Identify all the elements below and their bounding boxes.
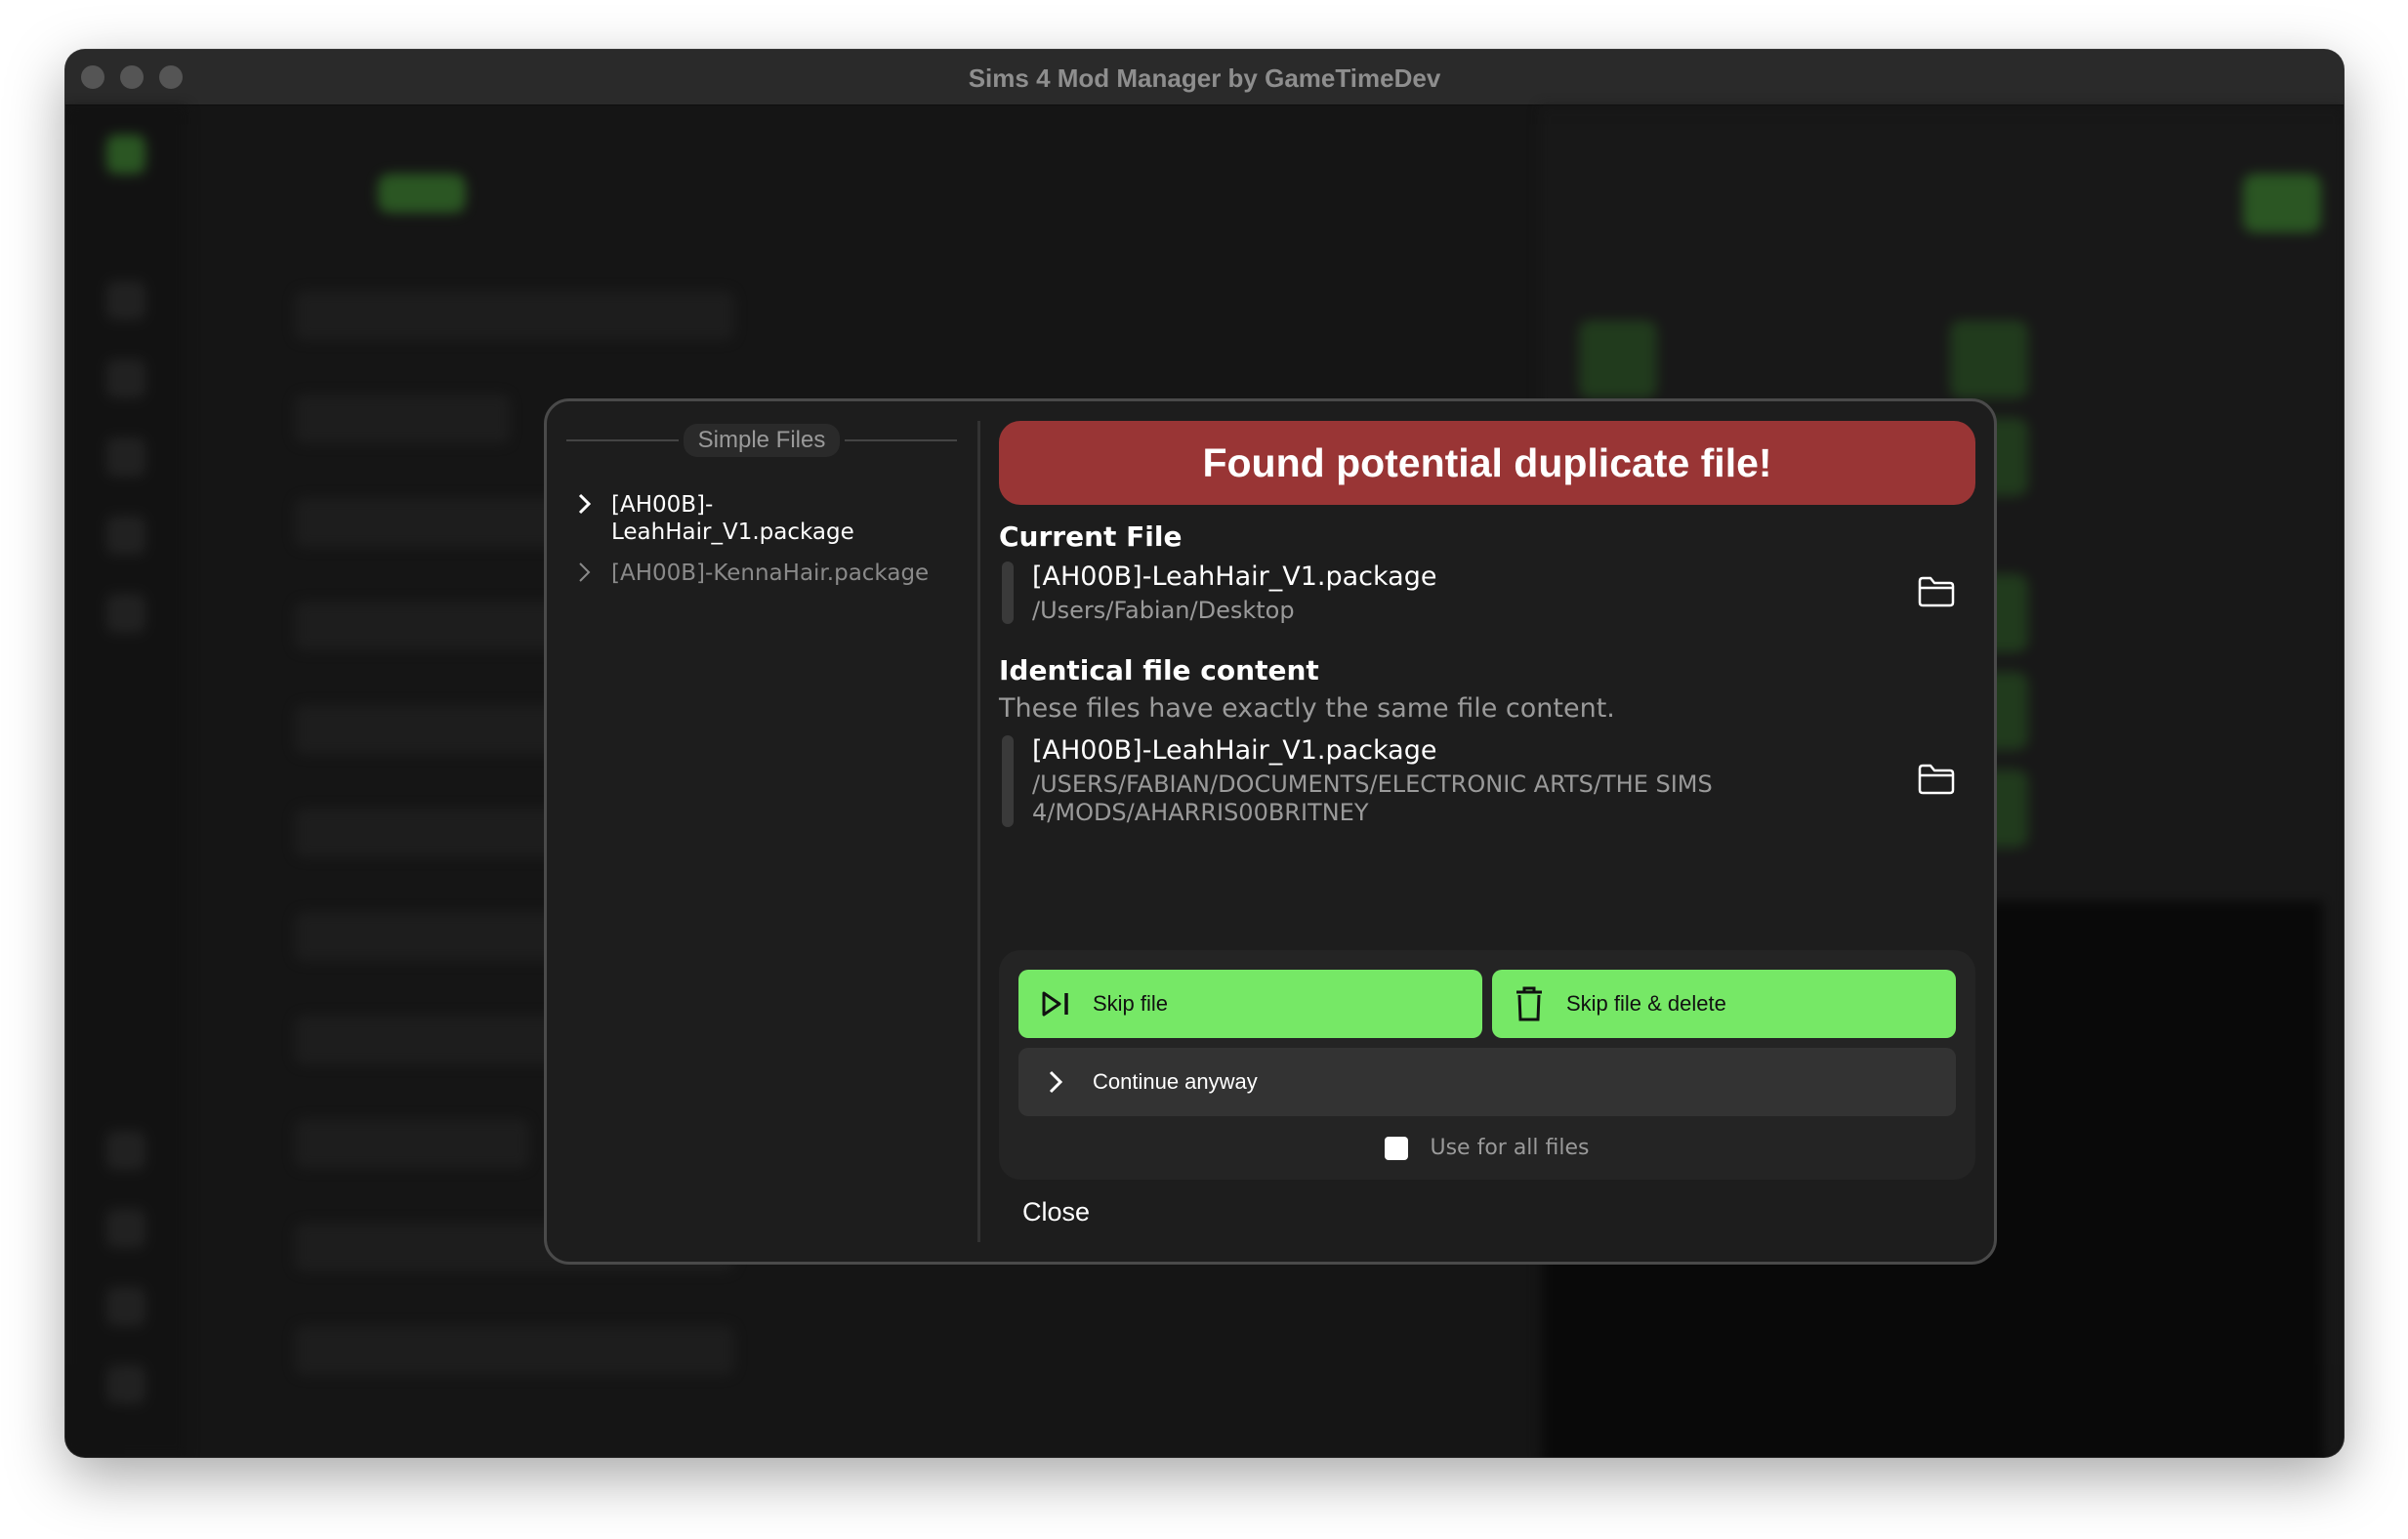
use-for-all-checkbox[interactable] [1385, 1136, 1409, 1160]
skip-file-label: Skip file [1093, 991, 1169, 1016]
files-header-label: Simple Files [684, 424, 840, 457]
file-row-accent [1002, 562, 1014, 624]
background-nav-icon [106, 1287, 145, 1326]
actions-panel: Skip file Skip file & delete Continue an… [999, 950, 1975, 1180]
background-tile [1950, 320, 2028, 398]
identical-content-subtitle: These files have exactly the same file c… [999, 693, 1615, 724]
background-nav-icon [106, 1131, 145, 1170]
file-row-accent [1002, 735, 1014, 827]
file-list-item-name: [AH00B]-KennaHair.package [611, 561, 930, 586]
identical-content-title: Identical file content [999, 654, 1319, 686]
close-button[interactable]: Close [1022, 1197, 1090, 1227]
background-nav-icon [106, 1209, 145, 1248]
skip-file-button[interactable]: Skip file [1018, 970, 1482, 1038]
folder-icon[interactable] [1917, 575, 1956, 608]
background-row [295, 395, 510, 443]
current-file-title: Current File [999, 520, 1183, 553]
files-header: Simple Files [566, 421, 957, 460]
current-file-path: /Users/Fabian/Desktop [1032, 597, 1295, 624]
background-nav-icon [106, 594, 145, 633]
chevron-right-icon [566, 560, 611, 590]
background-nav-icon [106, 359, 145, 398]
chevron-right-icon [1018, 1069, 1093, 1095]
continue-anyway-label: Continue anyway [1093, 1069, 1258, 1094]
background-logo [106, 135, 145, 174]
background-tile [1579, 320, 1657, 398]
header-divider [566, 439, 679, 441]
use-for-all-row: Use for all files [999, 1136, 1975, 1160]
chevron-right-icon [566, 491, 611, 546]
skip-and-delete-label: Skip file & delete [1566, 991, 1726, 1016]
background-row [295, 1326, 734, 1375]
dialog-content: Found potential duplicate file! Current … [999, 421, 1975, 1242]
background-nav-icon [106, 281, 145, 320]
skip-next-icon [1018, 990, 1093, 1018]
continue-anyway-button[interactable]: Continue anyway [1018, 1048, 1956, 1116]
background-nav-icon [106, 516, 145, 555]
use-for-all-label: Use for all files [1430, 1136, 1590, 1160]
background-row [295, 1119, 529, 1168]
file-list-item-name: [AH00B]- LeahHair_V1.package [611, 492, 854, 545]
trash-icon [1492, 986, 1566, 1021]
folder-icon[interactable] [1917, 763, 1956, 796]
identical-file-path: /USERS/FABIAN/DOCUMENTS/ELECTRONIC ARTS/… [1032, 770, 1713, 826]
title-bar: Sims 4 Mod Manager by GameTimeDev [65, 50, 2344, 105]
background-nav-icon [106, 1365, 145, 1404]
app-window: Sims 4 Mod Manager by GameTimeDev Simple… [65, 50, 2344, 1457]
background-sidebar [65, 105, 187, 1457]
background-nav-icon [106, 437, 145, 477]
panel-divider [977, 421, 980, 1242]
skip-and-delete-button[interactable]: Skip file & delete [1492, 970, 1956, 1038]
current-file-name: [AH00B]-LeahHair_V1.package [1032, 562, 1437, 592]
background-row [295, 291, 734, 340]
identical-file-name: [AH00B]-LeahHair_V1.package [1032, 735, 1437, 766]
current-file-row: [AH00B]-LeahHair_V1.package /Users/Fabia… [999, 562, 1975, 624]
file-list-item[interactable]: [AH00B]- LeahHair_V1.package [566, 491, 957, 546]
window-title: Sims 4 Mod Manager by GameTimeDev [968, 63, 1441, 93]
files-panel: Simple Files [AH00B]- LeahHair_V1.packag… [566, 421, 957, 1242]
background-green-button [2243, 174, 2321, 232]
duplicate-file-dialog: Simple Files [AH00B]- LeahHair_V1.packag… [544, 398, 1997, 1265]
identical-file-row: [AH00B]-LeahHair_V1.package /USERS/FABIA… [999, 735, 1975, 827]
duplicate-warning-banner: Found potential duplicate file! [999, 421, 1975, 505]
header-divider [845, 439, 957, 441]
file-list-item[interactable]: [AH00B]-KennaHair.package [566, 560, 957, 590]
